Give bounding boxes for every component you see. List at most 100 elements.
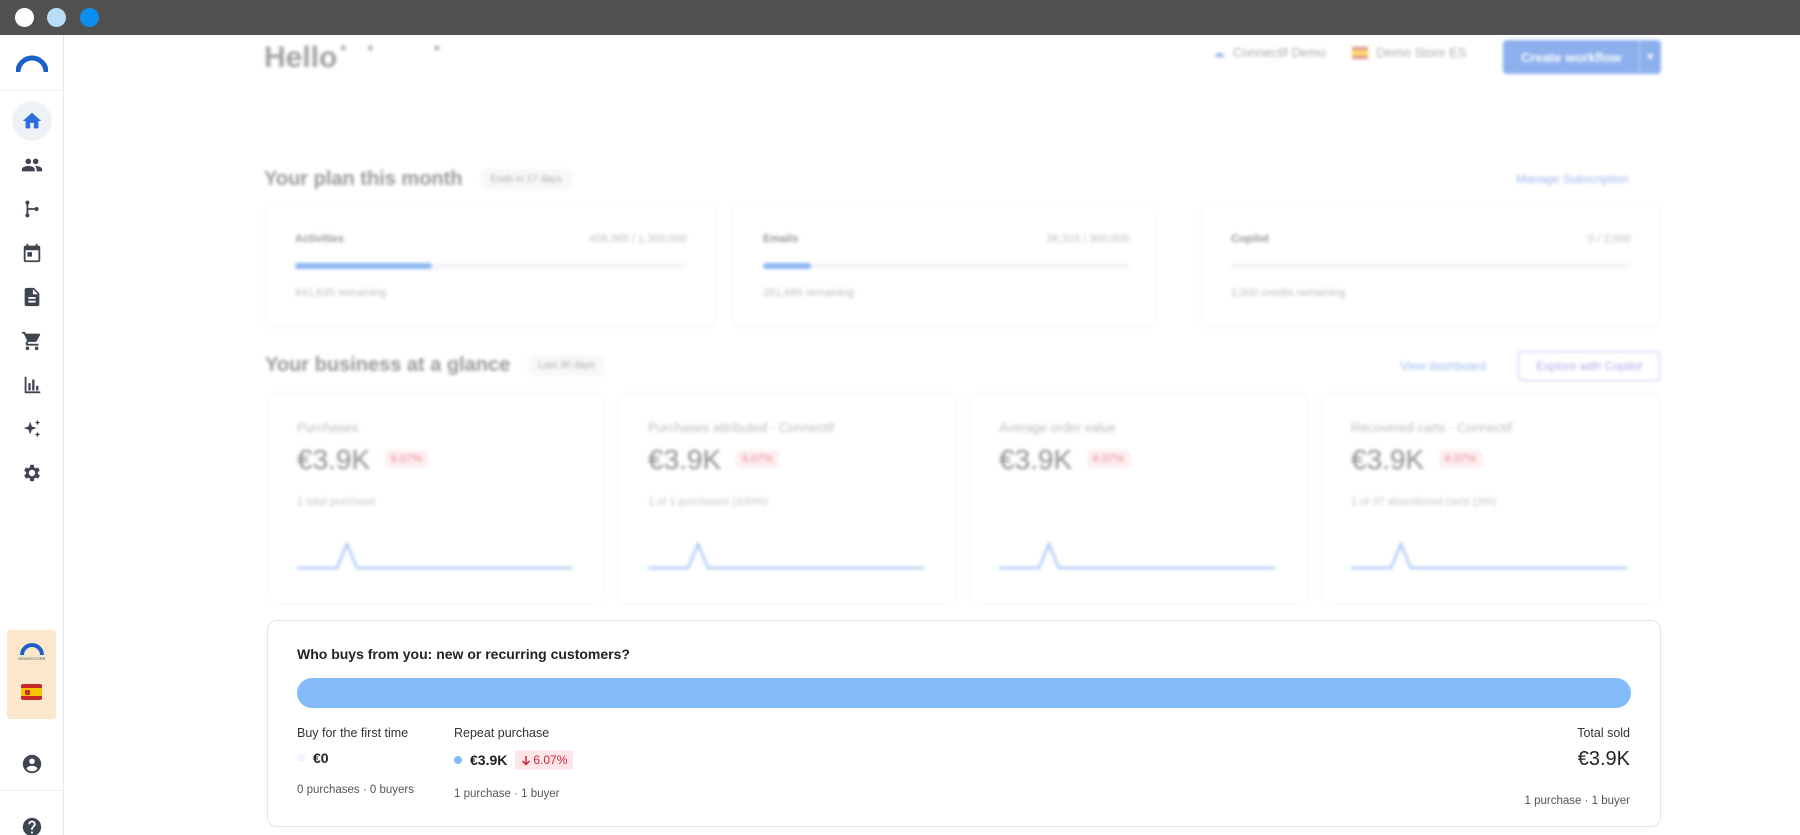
business-period-pill: Last 30 days — [528, 355, 605, 376]
kpi-badge: 6.07% — [385, 450, 429, 468]
sidebar-item-reports[interactable] — [12, 365, 52, 405]
repeat-value: €3.9K — [470, 752, 508, 768]
org-logo-icon — [20, 643, 44, 656]
window-titlebar — [0, 0, 1800, 35]
kpi-sub: 1 of 1 purchases (100%) — [648, 496, 768, 508]
kpi-sparkline — [648, 541, 924, 569]
first-time-value: €0 — [313, 750, 329, 766]
window-minimize-button[interactable] — [47, 8, 66, 27]
kpi-card-attributed: Purchases attributed · Connectif €3.9K 6… — [617, 393, 957, 605]
kpi-sub: 1 total purchase — [297, 496, 376, 508]
sidebar-item-copilot[interactable] — [12, 409, 52, 449]
arrow-down-icon — [522, 755, 531, 766]
kpi-sparkline — [297, 541, 573, 569]
progress-track — [295, 263, 687, 269]
document-icon — [24, 287, 40, 307]
manage-subscription-link[interactable]: Manage Subscription — [1516, 172, 1629, 186]
kpi-title: Purchases attributed · Connectif — [648, 420, 834, 435]
plan-section-title: Your plan this month Ends in 17 days — [264, 168, 572, 191]
first-time-label: Buy for the first time — [297, 726, 409, 740]
explore-copilot-button[interactable]: Explore with Copilot — [1518, 351, 1660, 381]
org-logo-text: DEMOSTORE — [18, 656, 46, 661]
first-time-sub: 0 purchases · 0 buyers — [297, 784, 414, 796]
business-title: Your business at a glance — [265, 354, 511, 376]
plan-card-activities: Activities 458,365 / 1,300,000 841,635 r… — [264, 204, 716, 328]
user-circle-icon — [22, 754, 42, 774]
cloud-icon: ☁ — [1213, 45, 1225, 60]
first-time-value-row: €0 — [297, 750, 414, 766]
kpi-sparkline — [999, 541, 1275, 569]
gear-icon — [24, 464, 40, 482]
cart-icon — [21, 331, 41, 351]
sidebar-item-contacts[interactable] — [12, 145, 52, 185]
create-workflow-button[interactable]: Create workflow ▼ — [1503, 40, 1661, 74]
plan-card-remaining: 2,000 credits remaining — [1231, 287, 1346, 299]
repeat-change-value: 6.07% — [533, 753, 568, 767]
spain-flag-icon — [1352, 46, 1369, 59]
view-dashboard-link[interactable]: View dashboard — [1400, 359, 1486, 373]
workflow-icon — [25, 200, 39, 218]
repeat-value-row: €3.9K 6.07% — [454, 750, 574, 770]
page-greeting: Hello — [264, 41, 338, 74]
window-maximize-button[interactable] — [80, 8, 99, 27]
kpi-card-aov: Average order value €3.9K 6.07% — [968, 393, 1308, 605]
kpi-badge: 6.07% — [1087, 450, 1131, 468]
create-workflow-label: Create workflow — [1521, 49, 1622, 65]
kpi-sparkline — [1351, 541, 1627, 569]
sidebar-divider — [0, 90, 63, 91]
users-icon — [21, 158, 43, 172]
repeat-label: Repeat purchase — [454, 726, 550, 740]
plan-period-pill: Ends in 17 days — [480, 169, 572, 190]
kpi-title: Purchases — [297, 420, 359, 435]
sidebar: DEMOSTORE — [0, 35, 64, 835]
org-switcher[interactable]: DEMOSTORE — [7, 630, 56, 719]
sidebar-item-home[interactable] — [12, 101, 52, 141]
progress-fill — [763, 263, 811, 269]
sidebar-item-workflows[interactable] — [12, 189, 52, 229]
progress-track — [1231, 263, 1631, 269]
app-logo-icon[interactable] — [16, 53, 48, 73]
kpi-value: €3.9K — [297, 444, 371, 475]
total-sold-label: Total sold — [1577, 726, 1630, 740]
repeat-column: Repeat purchase €3.9K 6.07% 1 purchase ·… — [454, 726, 574, 800]
repeat-sub: 1 purchase · 1 buyer — [454, 788, 560, 800]
plan-card-copilot: Copilot 0 / 2,000 2,000 credits remainin… — [1200, 204, 1660, 328]
greeting-user-placeholder: • • • — [340, 38, 448, 58]
progress-fill — [295, 263, 433, 269]
plan-card-emails: Emails 38,315 / 300,000 261,685 remainin… — [732, 204, 1158, 328]
total-sold-value: €3.9K — [1577, 748, 1630, 770]
help-icon — [22, 817, 42, 835]
sidebar-item-settings[interactable] — [12, 453, 52, 493]
kpi-sub: 1 of 37 abandoned carts (3%) — [1351, 496, 1496, 508]
kpi-title: Average order value — [999, 420, 1116, 435]
kpi-value: €3.9K — [648, 444, 722, 475]
sidebar-item-store[interactable] — [12, 321, 52, 361]
first-time-legend-dot — [297, 754, 305, 762]
sidebar-item-account[interactable] — [12, 744, 52, 784]
kpi-badge: 6.07% — [736, 450, 780, 468]
calendar-icon — [23, 243, 41, 263]
sidebar-item-calendar[interactable] — [12, 233, 52, 273]
repeat-legend-dot — [454, 756, 462, 764]
repeat-change-badge: 6.07% — [515, 750, 574, 770]
window-close-button[interactable] — [15, 8, 34, 27]
total-sold-column: Total sold €3.9K 1 purchase · 1 buyer — [1525, 726, 1630, 807]
customer-split-bar — [297, 678, 1631, 708]
plan-card-remaining: 841,635 remaining — [295, 287, 387, 299]
plan-title: Your plan this month — [264, 168, 463, 190]
plan-card-value: 38,315 / 300,000 — [1046, 233, 1129, 245]
kpi-value: €3.9K — [999, 444, 1073, 475]
total-sold-sub: 1 purchase · 1 buyer — [1524, 795, 1630, 807]
store-name: Demo Store ES — [1376, 45, 1467, 60]
plan-card-title: Activities — [295, 233, 344, 245]
account-selector[interactable]: ☁ Connectif Demo Demo Store ES — [1213, 45, 1467, 60]
plan-card-value: 0 / 2,000 — [1588, 233, 1631, 245]
sidebar-item-content[interactable] — [12, 277, 52, 317]
sidebar-item-help[interactable] — [12, 807, 52, 835]
who-buys-card: Who buys from you: new or recurring cust… — [267, 620, 1661, 827]
plan-card-remaining: 261,685 remaining — [763, 287, 855, 299]
kpi-card-recovered-carts: Recovered carts · Connectif €3.9K 6.07% … — [1320, 393, 1660, 605]
chevron-down-icon[interactable]: ▼ — [1639, 40, 1661, 74]
chart-icon — [24, 376, 41, 394]
kpi-badge: 6.07% — [1439, 450, 1483, 468]
